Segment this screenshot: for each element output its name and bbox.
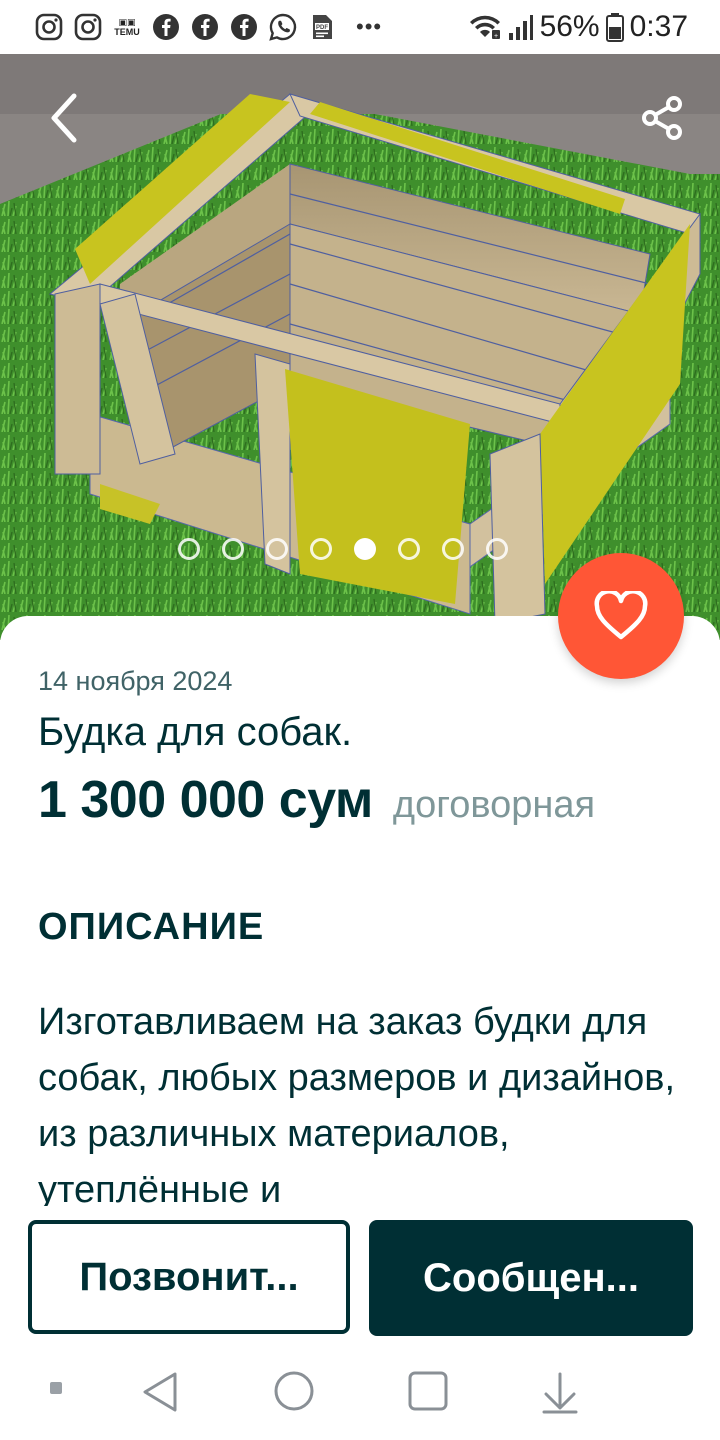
pdf-icon: PDF	[307, 12, 337, 42]
message-button[interactable]: Сообщен...	[369, 1220, 693, 1336]
chevron-left-icon	[51, 93, 77, 143]
whatsapp-icon	[268, 12, 298, 42]
battery-icon	[605, 12, 624, 42]
heart-icon	[594, 591, 648, 640]
signal-icon	[508, 13, 534, 41]
nav-menu-button[interactable]	[48, 1380, 64, 1396]
nav-recents-button[interactable]	[407, 1370, 449, 1412]
facebook-icon	[229, 12, 259, 42]
back-button[interactable]	[36, 90, 92, 146]
nav-home-button[interactable]	[273, 1370, 315, 1412]
nav-back-button[interactable]	[140, 1370, 180, 1414]
gallery-dot[interactable]	[222, 538, 244, 560]
gallery-dot[interactable]	[442, 538, 464, 560]
triangle-back-icon	[143, 1372, 177, 1412]
listing-date: 14 ноября 2024	[38, 666, 233, 696]
system-navigation-bar	[0, 1340, 720, 1440]
square-dot-icon	[50, 1382, 62, 1394]
gallery-dot[interactable]	[398, 538, 420, 560]
price-negotiable-label: договорная	[392, 784, 596, 826]
gallery-dot[interactable]	[310, 538, 332, 560]
clock: 0:37	[629, 10, 688, 43]
svg-text:+: +	[494, 33, 498, 40]
favorite-button[interactable]	[558, 553, 684, 679]
instagram-icon	[73, 12, 103, 42]
gallery-dot[interactable]	[178, 538, 200, 560]
circle-home-icon	[274, 1371, 314, 1411]
notification-icons: ▣▣ TEMU PDF •••	[34, 12, 382, 42]
facebook-icon	[151, 12, 181, 42]
share-icon	[642, 96, 682, 140]
share-button[interactable]	[634, 90, 690, 146]
call-button[interactable]: Позвонит...	[28, 1220, 350, 1334]
gallery-dot[interactable]	[266, 538, 288, 560]
instagram-icon	[34, 12, 64, 42]
listing-photo-gallery[interactable]	[0, 54, 720, 640]
system-status: + 56% 0:37	[468, 0, 688, 54]
facebook-icon	[190, 12, 220, 42]
wifi-icon: +	[468, 12, 502, 42]
gallery-pagination	[178, 538, 508, 560]
nav-hide-keyboard-button[interactable]	[540, 1370, 580, 1414]
temu-icon: ▣▣ TEMU	[114, 17, 140, 37]
svg-text:PDF: PDF	[316, 25, 328, 31]
status-bar: ▣▣ TEMU PDF ••• + 56% 0:37	[0, 0, 720, 54]
price-row: 1 300 000 сум договорная	[38, 770, 595, 830]
listing-price: 1 300 000 сум	[38, 771, 373, 829]
listing-title: Будка для собак.	[38, 710, 353, 754]
description-text: Изготавливаем на заказ будки для собак, …	[38, 1001, 676, 1206]
gallery-dot[interactable]	[354, 538, 376, 560]
battery-percent: 56%	[539, 10, 600, 43]
arrow-down-icon	[542, 1372, 578, 1414]
square-recents-icon	[408, 1371, 448, 1411]
gallery-dot[interactable]	[486, 538, 508, 560]
more-notifications-icon: •••	[356, 14, 383, 39]
description-heading: ОПИСАНИЕ	[38, 906, 265, 948]
